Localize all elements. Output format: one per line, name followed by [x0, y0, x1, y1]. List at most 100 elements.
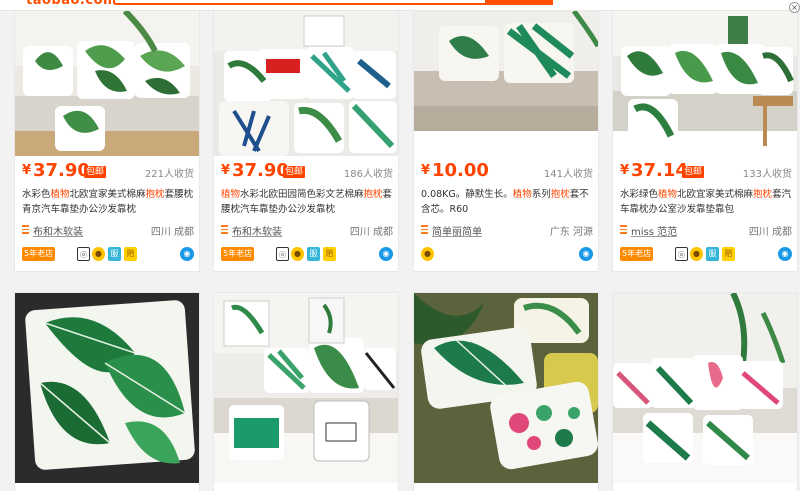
title-text: 北欧宜家美式棉麻	[677, 189, 754, 200]
sales-count: 221人收货	[144, 169, 194, 180]
shop-location: 广东 河源	[549, 227, 593, 238]
product-image[interactable]	[613, 293, 797, 483]
compensation-icon[interactable]: 赔	[323, 247, 336, 261]
title-text: 0.08KG。静默生长。	[421, 189, 513, 200]
product-card[interactable]: ¥ 37.14 包邮 133人收货 水彩绿色植物北欧宜家美式棉麻抱枕套汽车靠枕办…	[612, 10, 798, 272]
shop-name-link[interactable]: 布和木软装	[33, 223, 83, 238]
product-image[interactable]	[414, 11, 598, 156]
gold-medal-icon[interactable]: ●	[92, 247, 105, 261]
shop-row: miss 范范 四川 成都	[620, 223, 792, 238]
compensation-icon[interactable]: 赔	[722, 247, 735, 261]
product-card[interactable]	[612, 292, 798, 491]
free-shipping-tag: 包邮	[682, 166, 705, 178]
search-input[interactable]	[113, 0, 553, 5]
verified-icon[interactable]: ⓞ	[276, 247, 289, 261]
shop-location: 四川 成都	[150, 227, 194, 238]
price-value: 37.90	[33, 160, 90, 181]
verified-icon[interactable]: ⓞ	[675, 247, 688, 261]
close-icon[interactable]: ×	[789, 2, 800, 13]
wangwang-chat-icon[interactable]: ◉	[579, 247, 593, 261]
title-text: 水彩绿色	[620, 189, 659, 200]
service-icon[interactable]: 服	[706, 247, 719, 261]
taobao-search-results: taobao.com × ¥ 37.90 包邮 221人收货 水彩色植物北欧宜家…	[0, 0, 800, 491]
shop-row: 简单丽简单 广东 河源	[421, 223, 593, 238]
title-keyword: 抱枕	[363, 189, 383, 200]
title-text: 系列	[531, 189, 551, 200]
shop-icon	[421, 225, 428, 234]
product-card[interactable]	[213, 292, 399, 491]
price-row: ¥ 37.90 包邮 186人收货	[221, 160, 393, 183]
free-shipping-tag: 包邮	[84, 166, 107, 178]
product-title[interactable]: 水彩绿色植物北欧宜家美式棉麻抱枕套汽车靠枕办公室沙发靠垫靠包	[620, 187, 792, 217]
title-keyword: 植物	[658, 189, 678, 200]
price-value: 10.00	[432, 160, 489, 181]
price-row: ¥ 37.14 包邮 133人收货	[620, 160, 792, 183]
product-card[interactable]	[413, 292, 599, 491]
shop-icon	[620, 225, 627, 234]
wangwang-chat-icon[interactable]: ◉	[180, 247, 194, 261]
product-title[interactable]: 水彩色植物北欧宜家美式棉麻抱枕套腰枕青京汽车靠垫办公沙发靠枕	[22, 187, 194, 217]
price-row: ¥ 37.90 包邮 221人收货	[22, 160, 194, 183]
title-text: 北欧宜家美式棉麻	[69, 189, 146, 200]
title-keyword: 抱枕	[145, 189, 165, 200]
shop-location: 四川 成都	[349, 227, 393, 238]
store-age-badge[interactable]: 5年老店	[620, 247, 654, 261]
product-image[interactable]	[414, 293, 598, 483]
shop-name-link[interactable]: miss 范范	[631, 223, 677, 238]
service-icons: 5年老店 ⓞ ● 服 赔 ◉	[620, 246, 792, 262]
shop-name-link[interactable]: 简单丽简单	[432, 223, 482, 238]
store-age-badge[interactable]: 5年老店	[221, 247, 255, 261]
price-value: 37.14	[631, 160, 688, 181]
product-image[interactable]	[214, 11, 398, 156]
sales-count: 133人收货	[742, 169, 792, 180]
title-text: 水彩北欧田园简色彩文艺棉麻	[240, 189, 364, 200]
sales-count: 186人收货	[343, 169, 393, 180]
compensation-icon[interactable]: 赔	[124, 247, 137, 261]
gold-medal-icon[interactable]: ●	[690, 247, 703, 261]
product-image[interactable]	[15, 11, 199, 156]
top-search-bar: taobao.com	[0, 0, 800, 11]
title-keyword: 植物	[221, 189, 241, 200]
search-button[interactable]	[485, 0, 553, 5]
gold-medal-icon[interactable]: ●	[291, 247, 304, 261]
service-icons: ● ◉	[421, 246, 593, 262]
verified-icon[interactable]: ⓞ	[77, 247, 90, 261]
product-card[interactable]	[14, 292, 200, 491]
gold-medal-icon[interactable]: ●	[421, 247, 434, 261]
shop-row: 布和木软装 四川 成都	[22, 223, 194, 238]
title-keyword: 植物	[512, 189, 532, 200]
shop-icon	[22, 225, 29, 234]
product-image[interactable]	[15, 293, 199, 483]
shop-icon	[221, 225, 228, 234]
price-currency: ¥	[620, 163, 630, 178]
service-icons: 5年老店 ⓞ ● 服 赔 ◉	[22, 246, 194, 262]
title-keyword: 植物	[50, 189, 70, 200]
service-icon[interactable]: 服	[108, 247, 121, 261]
price-value: 37.90	[232, 160, 289, 181]
product-card[interactable]: ¥ 37.90 包邮 221人收货 水彩色植物北欧宜家美式棉麻抱枕套腰枕青京汽车…	[14, 10, 200, 272]
sales-count: 141人收货	[543, 169, 593, 180]
shop-row: 布和木软装 四川 成都	[221, 223, 393, 238]
wangwang-chat-icon[interactable]: ◉	[778, 247, 792, 261]
price-currency: ¥	[421, 163, 431, 178]
price-currency: ¥	[22, 163, 32, 178]
wangwang-chat-icon[interactable]: ◉	[379, 247, 393, 261]
product-card[interactable]: ¥ 37.90 包邮 186人收货 植物水彩北欧田园简色彩文艺棉麻抱枕套腰枕汽车…	[213, 10, 399, 272]
shop-location: 四川 成都	[748, 227, 792, 238]
service-icons: 5年老店 ⓞ ● 服 赔 ◉	[221, 246, 393, 262]
product-title[interactable]: 植物水彩北欧田园简色彩文艺棉麻抱枕套腰枕汽车靠垫办公沙发靠枕	[221, 187, 393, 217]
price-currency: ¥	[221, 163, 231, 178]
product-title[interactable]: 0.08KG。静默生长。植物系列抱枕套不含芯。R60	[421, 187, 593, 217]
store-age-badge[interactable]: 5年老店	[22, 247, 56, 261]
product-image[interactable]	[214, 293, 398, 483]
product-image[interactable]	[613, 11, 797, 156]
price-row: ¥ 10.00 141人收货	[421, 160, 593, 183]
title-keyword: 抱枕	[550, 189, 570, 200]
title-keyword: 抱枕	[753, 189, 773, 200]
free-shipping-tag: 包邮	[283, 166, 306, 178]
product-card[interactable]: ¥ 10.00 141人收货 0.08KG。静默生长。植物系列抱枕套不含芯。R6…	[413, 10, 599, 272]
title-text: 水彩色	[22, 189, 51, 200]
shop-name-link[interactable]: 布和木软装	[232, 223, 282, 238]
service-icon[interactable]: 服	[307, 247, 320, 261]
taobao-logo[interactable]: taobao.com	[26, 0, 117, 8]
